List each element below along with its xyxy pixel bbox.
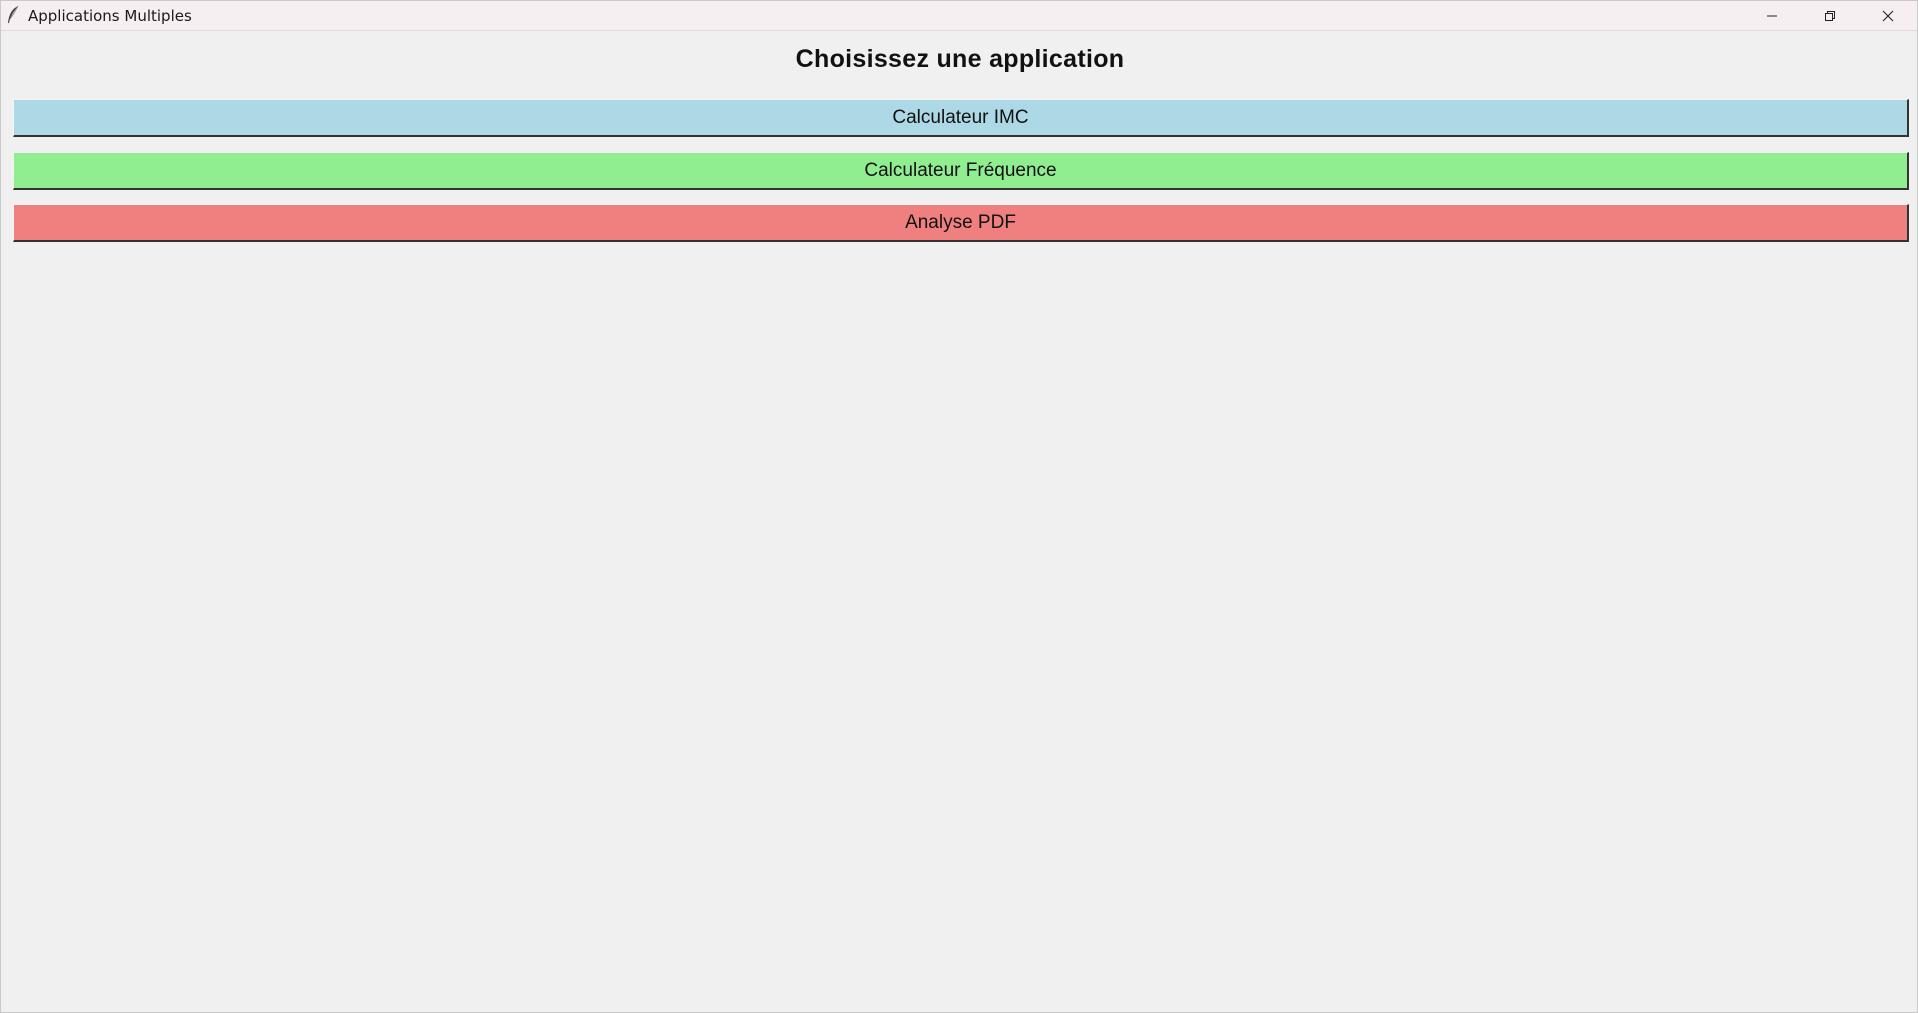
bmi-calculator-button[interactable]: Calculateur IMC (13, 99, 1909, 137)
app-window: Applications Multiples Choisissez une ap… (0, 0, 1918, 1013)
minimize-icon (1766, 10, 1778, 22)
close-button[interactable] (1859, 1, 1917, 30)
minimize-button[interactable] (1743, 1, 1801, 30)
restore-icon (1824, 10, 1836, 22)
main-content: Choisissez une application Calculateur I… (1, 31, 1917, 1012)
maximize-button[interactable] (1801, 1, 1859, 30)
window-title: Applications Multiples (28, 7, 192, 25)
pdf-analysis-button[interactable]: Analyse PDF (13, 204, 1909, 242)
feather-icon (6, 5, 20, 25)
close-icon (1882, 10, 1894, 22)
frequency-calculator-button[interactable]: Calculateur Fréquence (13, 152, 1909, 190)
window-controls (1743, 1, 1917, 30)
title-bar[interactable]: Applications Multiples (1, 1, 1917, 31)
page-title: Choisissez une application (795, 45, 1125, 73)
